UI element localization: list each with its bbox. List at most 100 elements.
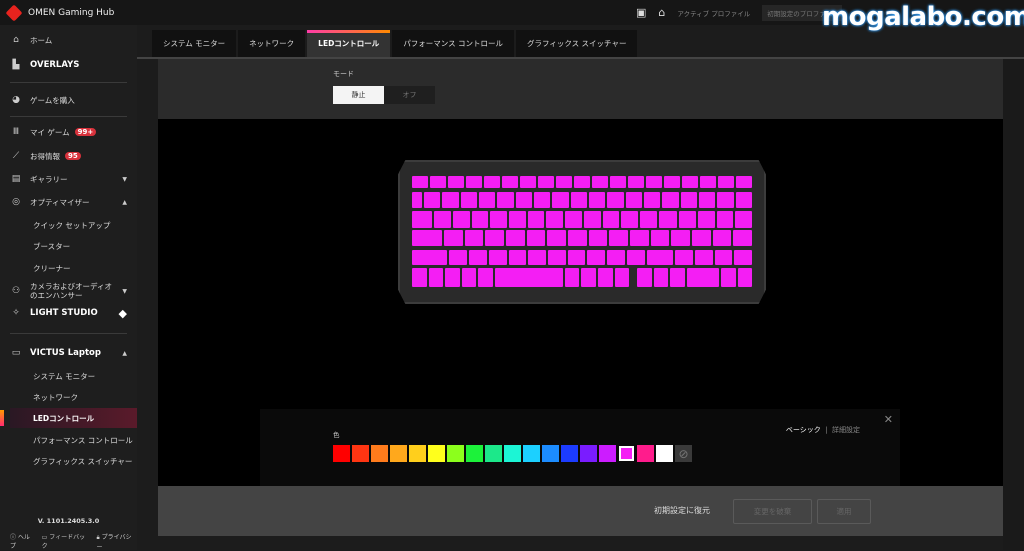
sidebar-item-home[interactable]: ⌂ ホーム (0, 30, 137, 50)
key[interactable] (490, 211, 507, 228)
key[interactable] (547, 230, 566, 246)
advanced-tab[interactable]: 詳細設定 (832, 426, 860, 434)
key[interactable] (478, 268, 493, 287)
color-swatch[interactable] (542, 445, 559, 462)
key[interactable] (718, 176, 734, 188)
key[interactable] (694, 250, 713, 265)
key[interactable] (583, 211, 601, 228)
key[interactable] (712, 230, 732, 246)
key[interactable] (448, 176, 464, 188)
sidebar-subitem[interactable]: クイック セットアップ (0, 215, 137, 235)
key[interactable] (445, 268, 460, 287)
key[interactable] (717, 192, 734, 208)
sidebar-subitem-active[interactable]: LEDコントロール (10, 408, 137, 428)
color-swatch[interactable] (466, 445, 483, 462)
color-swatch[interactable] (352, 445, 369, 462)
key[interactable] (720, 268, 736, 287)
key[interactable] (564, 268, 580, 287)
key[interactable] (700, 176, 716, 188)
color-swatch[interactable] (485, 445, 502, 462)
key[interactable] (610, 176, 626, 188)
key[interactable] (662, 192, 679, 208)
key[interactable] (526, 230, 546, 246)
apply-button[interactable]: 適用 (817, 499, 871, 524)
color-swatch[interactable] (618, 445, 635, 462)
sidebar-item-optimizer[interactable]: ◎ オプティマイザー ▲ (0, 192, 137, 212)
key[interactable] (671, 230, 690, 246)
color-swatch[interactable] (428, 445, 445, 462)
tab-performance-control[interactable]: パフォーマンス コントロール (392, 30, 515, 57)
key[interactable] (625, 192, 642, 208)
tab-system-monitor[interactable]: システム モニター (152, 30, 237, 57)
sidebar-item-device[interactable]: ▭ VICTUS Laptop ▲ (0, 343, 137, 363)
privacy-link[interactable]: 🔒︎ プライバシー (97, 532, 138, 551)
key[interactable] (581, 268, 596, 287)
sidebar-subitem[interactable]: パフォーマンス コントロール (0, 430, 137, 450)
key[interactable] (682, 176, 698, 188)
color-swatch[interactable] (523, 445, 540, 462)
key[interactable] (697, 211, 715, 228)
key[interactable] (570, 192, 587, 208)
key[interactable] (643, 192, 661, 208)
key[interactable] (628, 176, 644, 188)
key[interactable] (502, 176, 518, 188)
key[interactable] (609, 230, 628, 246)
home-icon[interactable]: ⌂ (658, 6, 665, 19)
key[interactable] (508, 211, 526, 228)
sidebar-subitem[interactable]: グラフィックス スイッチャー (0, 451, 137, 471)
sidebar-item-buy-games[interactable]: ◕ ゲームを購入 (0, 90, 137, 110)
key[interactable] (538, 176, 554, 188)
key[interactable] (488, 250, 507, 265)
key[interactable] (637, 268, 652, 287)
key[interactable] (412, 176, 428, 188)
sidebar-item-deals[interactable]: ⟋ お得情報 95 (0, 146, 137, 166)
sidebar-subitem[interactable]: ブースター (0, 236, 137, 256)
key[interactable] (412, 192, 422, 208)
key[interactable] (587, 250, 606, 265)
key[interactable] (588, 230, 608, 246)
sidebar-item-light-studio[interactable]: ✧ LIGHT STUDIO ◆ (0, 303, 137, 323)
key[interactable] (607, 250, 625, 265)
key[interactable] (497, 192, 514, 208)
key[interactable] (430, 176, 446, 188)
color-swatch[interactable] (371, 445, 388, 462)
key[interactable] (716, 211, 734, 228)
key[interactable] (434, 211, 451, 228)
key[interactable] (466, 176, 482, 188)
key[interactable] (460, 192, 477, 208)
key[interactable] (527, 211, 545, 228)
key[interactable] (412, 211, 433, 228)
key[interactable] (646, 250, 674, 265)
key[interactable] (607, 192, 624, 208)
key[interactable] (621, 211, 638, 228)
key[interactable] (449, 250, 468, 265)
sidebar-subitem[interactable]: ネットワーク (0, 387, 137, 407)
key[interactable] (505, 230, 525, 246)
key[interactable] (639, 211, 657, 228)
key[interactable] (478, 192, 496, 208)
no-color-icon[interactable]: ⊘ (675, 445, 692, 462)
key[interactable] (574, 176, 590, 188)
sidebar-item-my-games[interactable]: Ⅲ マイ ゲーム 99+ (0, 122, 137, 142)
key[interactable] (658, 211, 678, 228)
color-swatch[interactable] (580, 445, 597, 462)
color-swatch[interactable] (599, 445, 616, 462)
overlays-icon[interactable]: ▣ (636, 6, 646, 19)
key[interactable] (650, 230, 670, 246)
sidebar-subitem[interactable]: クリーナー (0, 258, 137, 278)
reset-defaults-link[interactable]: 初期設定に復元 (654, 505, 710, 516)
key[interactable] (735, 192, 752, 208)
key[interactable] (485, 230, 504, 246)
sidebar-item-overlays[interactable]: ▙ OVERLAYS (0, 55, 137, 75)
key[interactable] (508, 250, 527, 265)
key[interactable] (691, 230, 711, 246)
key[interactable] (528, 250, 547, 265)
key[interactable] (737, 268, 753, 287)
key[interactable] (602, 211, 620, 228)
key[interactable] (670, 268, 686, 287)
key[interactable] (412, 230, 442, 246)
key[interactable] (484, 176, 500, 188)
key[interactable] (548, 250, 566, 265)
key[interactable] (515, 192, 532, 208)
tab-network[interactable]: ネットワーク (238, 30, 306, 57)
